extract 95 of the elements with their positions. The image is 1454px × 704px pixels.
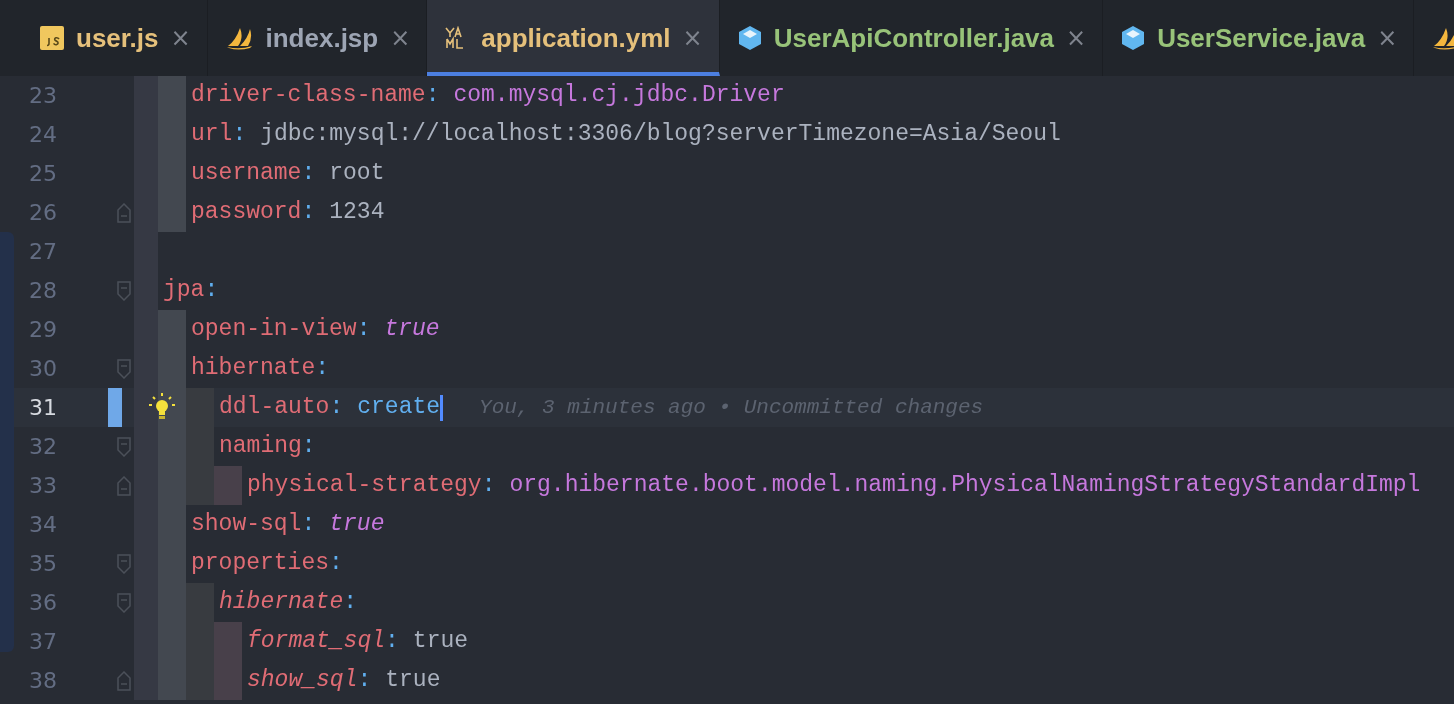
fold-icon[interactable] [117,476,131,496]
cube-icon [737,25,762,51]
colon: : [357,666,372,696]
close-icon[interactable]: × [682,20,703,56]
indent-guide [158,661,186,700]
line-number: 38 [28,667,57,695]
close-icon[interactable]: × [1377,20,1398,56]
sail-icon [1432,26,1454,50]
yaml-key: ddl-auto [219,390,330,425]
tab-label: user.js [76,21,159,55]
fold-icon[interactable] [117,554,131,574]
yaml-value: true [385,666,441,696]
indent-guide [214,622,242,661]
cube-icon [1121,25,1146,51]
fold-icon[interactable] [117,281,131,301]
yaml-value: com.mysql.cj.jdbc.Driver [453,81,785,111]
colon: : [204,276,219,306]
yaml-key: show_sql [247,663,358,698]
line-number: 35 [28,550,57,578]
line-number: 33 [28,472,57,500]
close-icon[interactable]: × [170,20,191,56]
yaml-key: naming [219,429,302,464]
fold-icon[interactable] [117,593,131,613]
colon: : [385,627,399,657]
yaml-value: org.hibernate.boot.model.naming.PhysicalNamingStrategyStandardImpl [509,471,1421,501]
sail-icon [225,26,254,50]
yaml-key: properties [191,546,330,581]
yaml-value: true [412,627,469,657]
line-number: 28 [28,277,57,305]
line-number: 36 [28,589,57,617]
yaml-value: true [384,315,440,345]
line-number: 26 [28,199,57,227]
yaml-value: create [357,393,441,423]
yaml-key: jpa [163,273,205,308]
yaml-key: driver-class-name [191,78,426,113]
line-number: 32 [28,433,57,461]
yaml-key: format_sql [247,624,386,659]
indent-guide [186,466,214,505]
colon: : [356,315,371,345]
tab-label: index.jsp [265,21,379,55]
yaml-key: password [191,195,302,230]
yaml-key: url [191,117,233,152]
yaml-key: hibernate [219,585,344,620]
colon: : [301,432,316,462]
colon: : [329,549,343,579]
indent-guide [158,193,186,232]
tab-label: UserService.java [1157,21,1366,55]
fold-icon[interactable] [117,671,131,691]
yaml-key: show-sql [191,507,302,542]
lightbulb-icon[interactable] [147,392,177,422]
yaml-key: open-in-view [191,312,357,347]
close-icon[interactable]: × [1066,20,1087,56]
fold-icon[interactable] [117,359,131,379]
colon: : [481,471,496,501]
line-number: 30 [28,355,57,383]
tab-label: UserApiController.java [773,21,1054,55]
fold-icon[interactable] [117,203,131,223]
line-number: 24 [28,121,57,149]
indent-guide [214,466,242,505]
yaml-key: physical-strategy [247,468,482,503]
indent-guide [214,661,242,700]
line-number: 23 [28,82,57,110]
close-icon[interactable]: × [390,20,411,56]
colon: : [425,81,440,111]
text-cursor [440,394,444,421]
yaml-value: root [329,159,385,189]
line-number: 31 [28,394,57,422]
colon: : [315,354,330,384]
line-number: 25 [28,160,57,188]
yaml-key: hibernate [191,351,316,386]
colon: : [232,120,247,150]
editor-tab[interactable]: application.yml × [427,0,720,76]
tab-label: application.yml [481,21,671,55]
yaml-value: 1234 [329,198,385,228]
change-marker[interactable] [108,388,122,427]
fold-icon[interactable] [117,437,131,457]
indent-guide [134,661,158,700]
line-number: 27 [28,238,57,266]
line-number: 37 [28,628,57,656]
colon: : [301,198,316,228]
colon: : [301,510,316,540]
line-number: 29 [28,316,57,344]
yaml-value: true [329,510,385,540]
line-number: 34 [28,511,57,539]
indent-guide [158,76,186,115]
indent-guide [186,661,214,700]
indent-guide [186,583,214,622]
indent-guide [158,310,186,349]
colon: : [329,393,344,423]
js-file-icon [40,26,64,50]
yaml-key: username [191,156,302,191]
colon: : [301,159,316,189]
indent-guide [134,76,158,115]
colon: : [343,588,358,618]
yaml-value: jdbc:mysql://localhost:3306/blog?serverTimezone=Asia/Seoul [260,120,1061,150]
